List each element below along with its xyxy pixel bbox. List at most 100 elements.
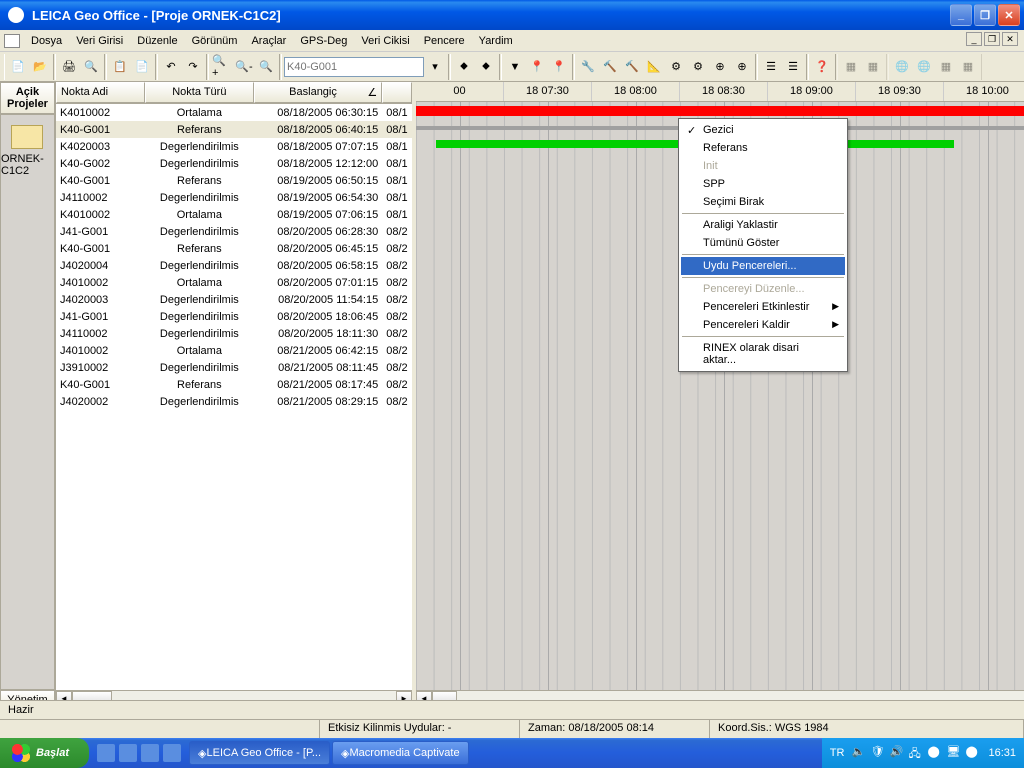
context-item[interactable]: Pencereleri Kaldir▶ <box>681 316 845 334</box>
taskbar-button[interactable]: ◈ LEICA Geo Office - [P... <box>189 741 330 765</box>
table-row[interactable]: K40-G001Referans08/21/2005 08:17:4508/2 <box>56 376 412 393</box>
nav2-button[interactable]: ⬥ <box>475 56 497 78</box>
table-row[interactable]: J3910002Degerlendirilmis08/21/2005 08:11… <box>56 359 412 376</box>
context-item[interactable]: Seçimi Birak <box>681 193 845 211</box>
maximize-button[interactable]: ❐ <box>974 4 996 26</box>
tool3-button[interactable]: 🔨 <box>621 56 643 78</box>
tool8-button[interactable]: ⊕ <box>731 56 753 78</box>
tray-icon-1[interactable]: 🔈 <box>851 745 867 761</box>
table-row[interactable]: J4010002Ortalama08/21/2005 06:42:1508/2 <box>56 342 412 359</box>
table-cell: 08/20/2005 06:58:15 <box>254 259 383 273</box>
column-header[interactable] <box>382 82 412 103</box>
taskbar-button[interactable]: ◈ Macromedia Captivate <box>332 741 469 765</box>
table-row[interactable]: K40-G002Degerlendirilmis08/18/2005 12:12… <box>56 155 412 172</box>
tool4-button[interactable]: 📐 <box>643 56 665 78</box>
ql-ie-icon[interactable] <box>97 744 115 762</box>
table-row[interactable]: J4010002Ortalama08/20/2005 07:01:1508/2 <box>56 274 412 291</box>
menu-pencere[interactable]: Pencere <box>417 33 472 49</box>
zoomfit-button[interactable]: 🔍 <box>255 56 277 78</box>
context-item[interactable]: Araligi Yaklastir <box>681 216 845 234</box>
table-row[interactable]: J4020002Degerlendirilmis08/21/2005 08:29… <box>56 393 412 410</box>
table-row[interactable]: K4020003Degerlendirilmis08/18/2005 07:07… <box>56 138 412 155</box>
context-item[interactable]: Uydu Pencereleri... <box>681 257 845 275</box>
filter-button[interactable]: ▼ <box>504 56 526 78</box>
zoomin-button[interactable]: 🔍+ <box>211 56 233 78</box>
table-row[interactable]: J4110002Degerlendirilmis08/19/2005 06:54… <box>56 189 412 206</box>
column-header[interactable]: Baslangiç ∠ <box>254 82 383 103</box>
close-button[interactable]: ✕ <box>998 4 1020 26</box>
context-item[interactable]: SPP <box>681 175 845 193</box>
tool5-button[interactable]: ⚙ <box>665 56 687 78</box>
tray-icon-6[interactable]: 🖥 <box>946 745 962 761</box>
copy-button[interactable]: 📋 <box>109 56 131 78</box>
menu-yardim[interactable]: Yardim <box>472 33 520 49</box>
point-combo[interactable] <box>284 57 424 77</box>
context-item[interactable]: Referans <box>681 139 845 157</box>
tray-icon-4[interactable]: 🖧 <box>908 745 924 761</box>
menu-araçlar[interactable]: Araçlar <box>244 33 293 49</box>
column-header[interactable]: Nokta Adi <box>56 82 145 103</box>
start-button[interactable]: Başlat <box>0 738 89 768</box>
combo-drop[interactable]: ▾ <box>424 56 446 78</box>
tray-clock[interactable]: 16:31 <box>988 747 1016 759</box>
column-header[interactable]: Nokta Türü <box>145 82 254 103</box>
zoomout-button[interactable]: 🔍- <box>233 56 255 78</box>
table-cell: 08/20/2005 11:54:15 <box>254 293 383 307</box>
tool7-button[interactable]: ⊕ <box>709 56 731 78</box>
menu-görünüm[interactable]: Görünüm <box>185 33 245 49</box>
print-button[interactable]: 🖨 <box>58 56 80 78</box>
context-item[interactable]: RINEX olarak disari aktar... <box>681 339 845 369</box>
preview-button[interactable]: 🔍 <box>80 56 102 78</box>
new-button[interactable]: 📄 <box>7 56 29 78</box>
tray-lang[interactable]: TR <box>830 747 845 759</box>
table-row[interactable]: K40-G001Referans08/20/2005 06:45:1508/2 <box>56 240 412 257</box>
nav1-button[interactable]: ⬥ <box>453 56 475 78</box>
table-row[interactable]: K4010002Ortalama08/18/2005 06:30:1508/1 <box>56 104 412 121</box>
ql-app-icon[interactable] <box>141 744 159 762</box>
tray-icon-5[interactable]: ⬤ <box>927 745 943 761</box>
paste-button[interactable]: 📄 <box>131 56 153 78</box>
mdi-minimize[interactable]: _ <box>966 32 982 46</box>
open-button[interactable]: 📂 <box>29 56 51 78</box>
menu-dosya[interactable]: Dosya <box>24 33 69 49</box>
ql-app2-icon[interactable] <box>163 744 181 762</box>
project-label[interactable]: ORNEK-C1C2 <box>1 153 54 177</box>
app-icon <box>8 7 24 23</box>
context-item[interactable]: Tümünü Göster <box>681 234 845 252</box>
proc1-button[interactable]: ☰ <box>760 56 782 78</box>
table-row[interactable]: J41-G001Degerlendirilmis08/20/2005 06:28… <box>56 223 412 240</box>
tray-icon-3[interactable]: 🔊 <box>889 745 905 761</box>
mdi-restore[interactable]: ❐ <box>984 32 1000 46</box>
table-row[interactable]: J4110002Degerlendirilmis08/20/2005 18:11… <box>56 325 412 342</box>
tool2-button[interactable]: 🔨 <box>599 56 621 78</box>
project-icon[interactable] <box>11 125 43 149</box>
redo-button[interactable]: ↷ <box>182 56 204 78</box>
marker2-button[interactable]: 📍 <box>548 56 570 78</box>
table-row[interactable]: K40-G001Referans08/19/2005 06:50:1508/1 <box>56 172 412 189</box>
mdi-close[interactable]: ✕ <box>1002 32 1018 46</box>
timeline-bar-red[interactable] <box>416 106 1024 116</box>
help-button[interactable]: ❓ <box>811 56 833 78</box>
table-row[interactable]: K40-G001Referans08/18/2005 06:40:1508/1 <box>56 121 412 138</box>
marker-button[interactable]: 📍 <box>526 56 548 78</box>
menu-veri girisi[interactable]: Veri Girisi <box>69 33 130 49</box>
table-row[interactable]: K4010002Ortalama08/19/2005 07:06:1508/1 <box>56 206 412 223</box>
context-item[interactable]: Pencereleri Etkinlestir▶ <box>681 298 845 316</box>
context-item[interactable]: Gezici✓ <box>681 121 845 139</box>
tray-icon-2[interactable]: 🛡 <box>870 745 886 761</box>
tool6-button[interactable]: ⚙ <box>687 56 709 78</box>
ql-desktop-icon[interactable] <box>119 744 137 762</box>
table-row[interactable]: J4020004Degerlendirilmis08/20/2005 06:58… <box>56 257 412 274</box>
table-row[interactable]: J4020003Degerlendirilmis08/20/2005 11:54… <box>56 291 412 308</box>
minimize-button[interactable]: _ <box>950 4 972 26</box>
menu-gps-deg[interactable]: GPS-Deg <box>293 33 354 49</box>
tray-icon-7[interactable]: ⬤ <box>965 745 981 761</box>
undo-button[interactable]: ↶ <box>160 56 182 78</box>
menu-düzenle[interactable]: Düzenle <box>130 33 184 49</box>
proc2-button[interactable]: ☰ <box>782 56 804 78</box>
table-row[interactable]: J41-G001Degerlendirilmis08/20/2005 18:06… <box>56 308 412 325</box>
tool1-button[interactable]: 🔧 <box>577 56 599 78</box>
table-cell: 08/21/2005 08:11:45 <box>254 361 383 375</box>
table-cell: Degerlendirilmis <box>145 310 254 324</box>
menu-veri cikisi[interactable]: Veri Cikisi <box>354 33 416 49</box>
